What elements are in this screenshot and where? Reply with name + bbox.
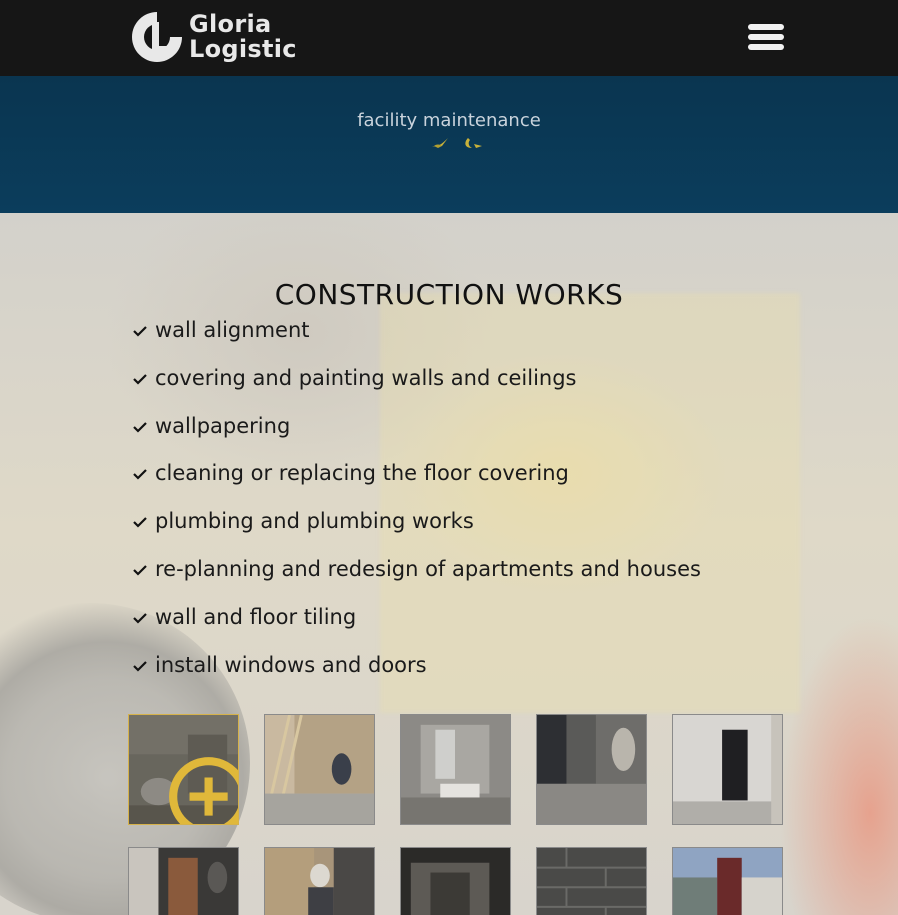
gallery-thumb-photo-worker-dark-room[interactable] — [128, 847, 239, 915]
logo-line-1: Gloria — [189, 10, 272, 38]
list-item: wallpapering — [133, 409, 833, 457]
list-item: cleaning or replacing the floor covering — [133, 456, 833, 504]
check-icon — [133, 421, 147, 433]
photo-room-doorway — [673, 715, 782, 824]
list-item: wall alignment — [133, 313, 833, 361]
list-item: covering and painting walls and ceilings — [133, 361, 833, 409]
photo-corridor — [401, 848, 510, 915]
list-item-label: covering and painting walls and ceilings — [155, 365, 577, 390]
service-caption: facility maintenance — [357, 110, 541, 131]
top-navigation-bar: Gloria Logistic — [0, 0, 898, 76]
gallery-thumb-photo-building-facade[interactable] — [672, 847, 783, 915]
gloria-logistic-logo[interactable]: Gloria Logistic — [128, 8, 318, 68]
check-icon — [133, 613, 147, 624]
check-icon — [133, 374, 147, 385]
photo-building-facade — [673, 848, 782, 915]
gallery-thumb-photo-worker-mask[interactable] — [264, 847, 375, 915]
check-icon — [133, 517, 147, 528]
photo-worker-dark-room — [129, 848, 238, 915]
list-item: re-planning and redesign of apartments a… — [133, 552, 833, 600]
check-icon — [133, 469, 147, 480]
logo-mark-icon — [132, 12, 182, 62]
list-item: install windows and doors — [133, 648, 833, 696]
list-item-label: wall alignment — [155, 318, 310, 342]
service-banner: facility maintenance — [0, 76, 898, 213]
list-item-label: plumbing and plumbing works — [155, 509, 474, 534]
check-icon — [133, 565, 147, 576]
check-icon — [133, 326, 147, 337]
zoom-in-icon[interactable] — [165, 753, 239, 825]
gallery-thumb-photo-block-wall[interactable] — [536, 847, 647, 915]
list-item-label: cleaning or replacing the floor covering — [155, 461, 569, 486]
gallery-thumb-photo-brick-wall-ladder[interactable] — [264, 714, 375, 825]
logo-wordmark: Gloria Logistic — [189, 12, 297, 62]
check-icon — [133, 660, 147, 672]
photo-floor-demolition — [537, 715, 646, 824]
leaf-icon — [432, 138, 482, 148]
photo-unfinished-room — [401, 715, 510, 824]
photo-worker-mask — [265, 848, 374, 915]
construction-works-list: wall alignment covering and painting wal… — [133, 313, 833, 695]
section-title: CONSTRUCTION WORKS — [274, 278, 624, 312]
hamburger-menu-icon[interactable] — [746, 20, 786, 54]
gallery-thumb-photo-worker-drilling-wall[interactable] — [128, 714, 239, 825]
gallery-thumb-photo-unfinished-room[interactable] — [400, 714, 511, 825]
list-item: wall and floor tiling — [133, 600, 833, 648]
list-item-label: wall and floor tiling — [155, 604, 357, 629]
list-item-label: install windows and doors — [155, 652, 427, 677]
gallery-thumb-photo-floor-demolition[interactable] — [536, 714, 647, 825]
photo-block-wall — [537, 848, 646, 915]
construction-works-section: CONSTRUCTION WORKS wall alignment coveri… — [0, 213, 898, 915]
list-item: plumbing and plumbing works — [133, 504, 833, 552]
logo-line-2: Logistic — [189, 35, 297, 63]
list-item-label: re-planning and redesign of apartments a… — [155, 556, 701, 581]
gallery-thumb-photo-corridor[interactable] — [400, 847, 511, 915]
list-item-label: wallpapering — [155, 413, 291, 438]
photo-brick-wall-ladder — [265, 715, 374, 824]
gallery-thumb-photo-room-doorway[interactable] — [672, 714, 783, 825]
